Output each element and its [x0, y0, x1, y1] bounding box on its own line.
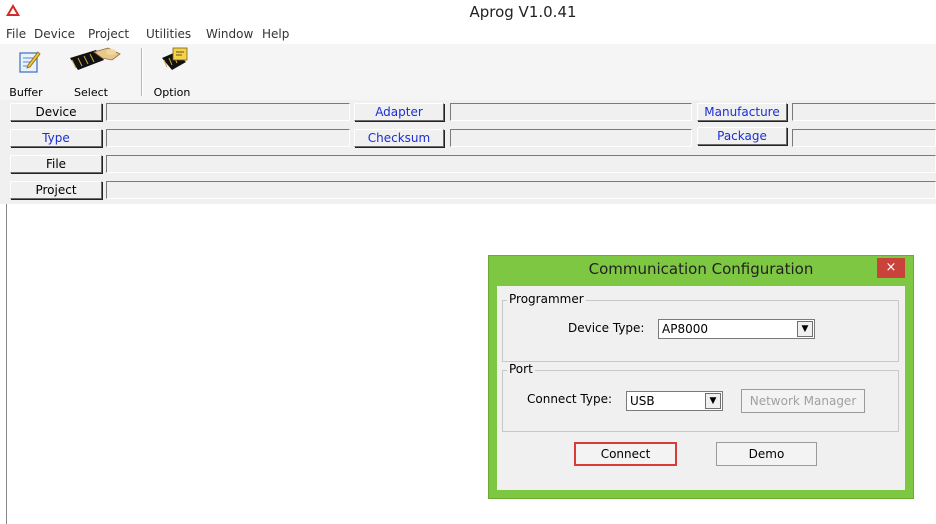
- file-button[interactable]: File: [10, 155, 102, 173]
- toolbar: Buffer Select Option: [0, 44, 936, 101]
- device-info-panel: Device Adapter Manufacture Type Checksum…: [0, 100, 936, 206]
- type-label: Type: [10, 129, 102, 147]
- programmer-group-label: Programmer: [507, 292, 586, 306]
- device-type-label: Device Type:: [568, 321, 645, 335]
- communication-configuration-dialog: Communication Configuration × Programmer…: [489, 256, 913, 498]
- connect-type-label: Connect Type:: [527, 392, 613, 406]
- device-type-value: AP8000: [662, 322, 708, 336]
- menu-file[interactable]: File: [6, 27, 26, 41]
- option-button[interactable]: Option: [150, 47, 194, 99]
- device-button[interactable]: Device: [10, 103, 102, 121]
- window-title: Aprog V1.0.41: [469, 3, 577, 21]
- checksum-field: [450, 129, 692, 147]
- project-button[interactable]: Project: [10, 181, 102, 199]
- buffer-label: Buffer: [9, 86, 43, 99]
- select-button[interactable]: Select: [56, 47, 126, 99]
- menu-project[interactable]: Project: [88, 27, 129, 41]
- adapter-field: [450, 103, 692, 121]
- port-group: Port Connect Type: USB ▼ Network Manager: [502, 362, 899, 432]
- checksum-label: Checksum: [354, 129, 444, 147]
- chip-option-icon: [161, 47, 187, 70]
- port-group-label: Port: [507, 362, 535, 376]
- buffer-button[interactable]: Buffer: [6, 50, 46, 99]
- menu-window[interactable]: Window: [206, 27, 253, 41]
- chevron-down-icon[interactable]: ▼: [797, 321, 813, 337]
- menu-bar: File Device Project Utilities Window Hel…: [0, 24, 936, 44]
- project-field: [106, 181, 936, 199]
- connect-button[interactable]: Connect: [574, 442, 677, 466]
- connect-type-value: USB: [630, 394, 655, 408]
- option-label: Option: [153, 86, 191, 99]
- connect-type-select[interactable]: USB ▼: [626, 391, 723, 411]
- dialog-title: Communication Configuration: [588, 260, 814, 278]
- menu-help[interactable]: Help: [262, 27, 289, 41]
- demo-button[interactable]: Demo: [716, 442, 817, 466]
- dialog-close-button[interactable]: ×: [877, 258, 905, 278]
- network-manager-button[interactable]: Network Manager: [741, 389, 865, 413]
- notepad-edit-icon: [19, 51, 41, 73]
- adapter-label: Adapter: [354, 103, 444, 121]
- chip-select-icon: [69, 47, 121, 70]
- workspace-left-border: [6, 204, 7, 524]
- package-label: Package: [697, 127, 787, 145]
- package-field: [792, 129, 936, 147]
- toolbar-separator: [141, 48, 142, 96]
- device-type-select[interactable]: AP8000 ▼: [658, 319, 815, 339]
- chevron-down-icon[interactable]: ▼: [705, 393, 721, 409]
- programmer-group: Programmer Device Type: AP8000 ▼: [502, 292, 899, 362]
- device-field: [106, 103, 350, 121]
- dialog-body: Programmer Device Type: AP8000 ▼ Port Co…: [497, 286, 905, 490]
- title-bar: Aprog V1.0.41: [0, 0, 936, 24]
- manufacture-label: Manufacture: [697, 103, 787, 121]
- select-label: Select: [74, 86, 108, 99]
- manufacture-field: [792, 103, 936, 121]
- menu-device[interactable]: Device: [34, 27, 75, 41]
- menu-utilities[interactable]: Utilities: [146, 27, 191, 41]
- type-field: [106, 129, 350, 147]
- file-field: [106, 155, 936, 173]
